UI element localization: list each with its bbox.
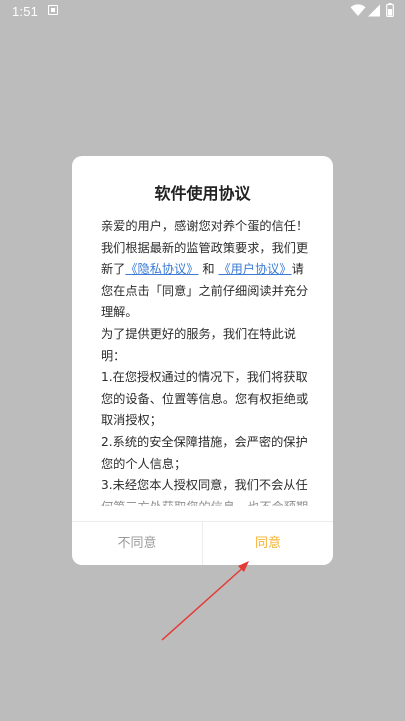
screen: 1:51 软件使用协议 亲爱的用户，感谢您对养个蛋的信任！ 我们根据最新的监管政… bbox=[0, 0, 405, 721]
privacy-policy-link[interactable]: 《隐私协议》 bbox=[125, 262, 198, 276]
item-1-text: 1.在您授权通过的情况下，我们将获取您的设备、位置等信息。您有权拒绝或取消授权； bbox=[101, 370, 309, 428]
wifi-icon bbox=[350, 4, 366, 16]
scroll-fade bbox=[72, 491, 333, 517]
agreement-text[interactable]: 亲爱的用户，感谢您对养个蛋的信任！ 我们根据最新的监管政策要求，我们更新了《隐私… bbox=[101, 216, 309, 506]
signal-icon bbox=[368, 4, 380, 17]
status-time: 1:51 bbox=[12, 4, 39, 19]
update-paragraph: 我们根据最新的监管政策要求，我们更新了《隐私协议》 和 《用户协议》请您在点击「… bbox=[101, 238, 309, 324]
agree-button[interactable]: 同意 bbox=[203, 522, 333, 565]
status-bar: 1:51 bbox=[0, 0, 405, 24]
disagree-button[interactable]: 不同意 bbox=[72, 522, 202, 565]
explanation-text: 为了提供更好的服务，我们在特此说明： bbox=[101, 326, 296, 363]
user-agreement-link[interactable]: 《用户协议》 bbox=[218, 262, 291, 276]
agreement-dialog: 软件使用协议 亲爱的用户，感谢您对养个蛋的信任！ 我们根据最新的监管政策要求，我… bbox=[72, 156, 333, 565]
and-text: 和 bbox=[198, 262, 219, 277]
dialog-title: 软件使用协议 bbox=[154, 184, 251, 203]
item-2-text: 2.系统的安全保障措施，会严密的保护您的个人信息； bbox=[101, 434, 308, 471]
battery-icon bbox=[386, 3, 394, 17]
greeting-text: 亲爱的用户，感谢您对养个蛋的信任！ bbox=[101, 219, 309, 233]
notification-icon bbox=[48, 5, 58, 15]
